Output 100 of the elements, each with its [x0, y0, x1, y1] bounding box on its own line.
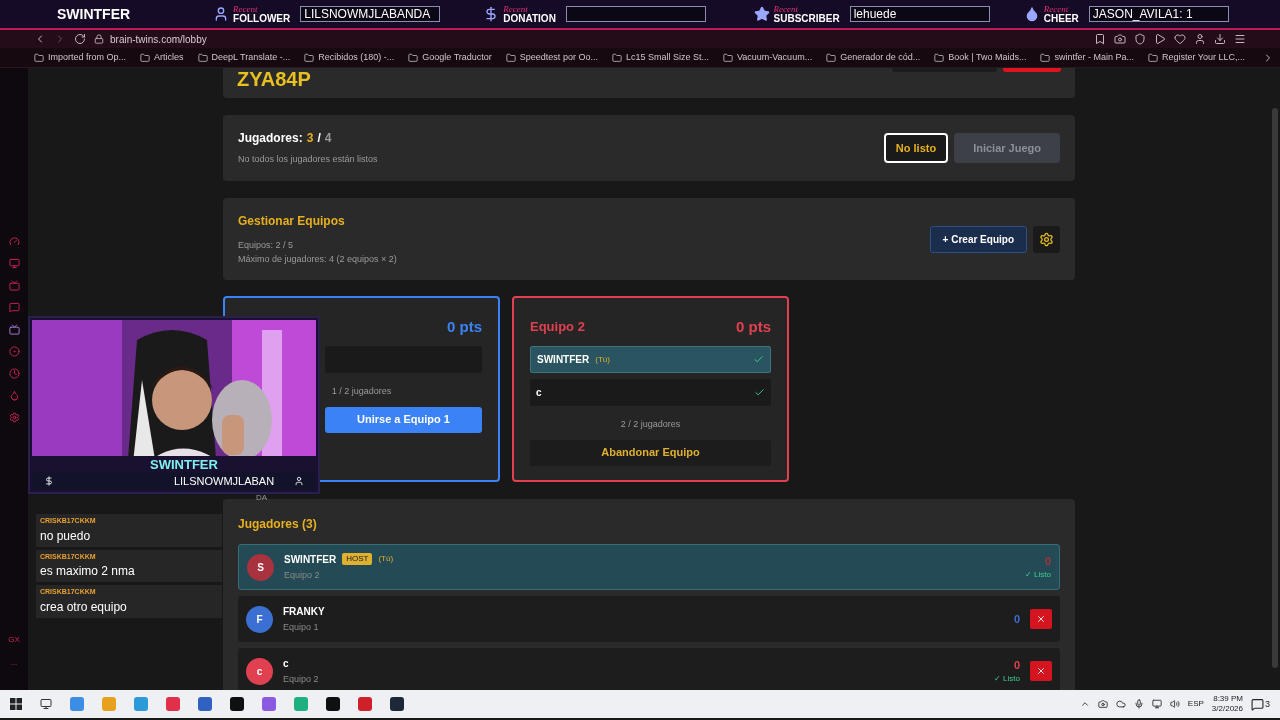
player-avatar: F: [246, 605, 273, 633]
player-score: 0: [1013, 611, 1020, 627]
players-current: 3: [306, 130, 314, 148]
kick-button[interactable]: [1030, 661, 1052, 681]
cloud-icon[interactable]: [1115, 699, 1126, 709]
alert-value: lehuede: [853, 6, 897, 23]
player-name: SWINTFER: [284, 552, 337, 567]
room-code: ZYA84P: [237, 68, 311, 90]
bookmark-icon[interactable]: [1094, 33, 1106, 45]
bookmark-item[interactable]: Register Your LLC,...: [1147, 50, 1245, 65]
menu-icon[interactable]: [1234, 33, 1246, 45]
alert-tag: Recent: [233, 4, 291, 14]
team-manager-title: Gestionar Equipos: [238, 213, 346, 230]
time-label[interactable]: 8:39 PM: [1213, 694, 1243, 704]
task-view-icon[interactable]: [40, 698, 52, 710]
chat-text: es maximo 2 nma: [40, 563, 136, 580]
players-max: 4: [324, 130, 332, 148]
app-icon[interactable]: [390, 697, 404, 711]
bookmark-item[interactable]: Speedtest por Oo...: [505, 50, 598, 65]
app-icon[interactable]: [198, 697, 212, 711]
ready-button[interactable]: No listo: [883, 133, 949, 163]
app-icon[interactable]: [358, 697, 372, 711]
settings-button[interactable]: [1033, 225, 1060, 253]
players-separator: /: [317, 130, 321, 148]
ready-label: ✓ Listo: [993, 673, 1020, 686]
ready-note: No todos los jugadores están listos: [238, 153, 378, 167]
kick-button[interactable]: [1030, 609, 1052, 629]
windows-logo-icon[interactable]: [10, 698, 22, 710]
join-team-button[interactable]: Unirse a Equipo 1: [325, 406, 482, 433]
folder-icon: [304, 52, 315, 63]
folder-icon: [611, 52, 622, 63]
folder-icon: [826, 52, 837, 63]
heart-icon[interactable]: [1174, 33, 1186, 45]
slot-name: SWINTFER: [537, 353, 590, 367]
player-icon[interactable]: [8, 346, 20, 357]
gauge-icon[interactable]: [8, 236, 20, 247]
close-icon: [1036, 666, 1046, 676]
message-icon[interactable]: [8, 302, 20, 313]
alert-tag: Recent: [773, 4, 840, 14]
close-icon: [1036, 614, 1046, 624]
folder-icon: [934, 52, 945, 63]
lock-icon: [94, 34, 104, 44]
download-icon[interactable]: [1214, 33, 1226, 45]
notifications-icon[interactable]: [1251, 697, 1264, 711]
play-icon[interactable]: [1154, 33, 1166, 45]
alert-tag: Recent: [503, 4, 556, 14]
alert-label: CHEER: [1043, 13, 1079, 24]
network-icon[interactable]: [1151, 699, 1162, 709]
players-list-title: Jugadores (3): [238, 517, 317, 531]
alert-tag: Recent: [1043, 4, 1079, 14]
leave-team-button[interactable]: Abandonar Equipo: [530, 439, 771, 466]
player-row[interactable]: c c Equipo 2 0 ✓ Listo: [238, 648, 1060, 690]
alert-value: LILSNOWMJLABANDA: [304, 6, 431, 23]
alert-value: JASON_AVILA1: 1: [1092, 6, 1193, 23]
tray-expand-icon[interactable]: [1079, 699, 1090, 709]
clock-icon[interactable]: [8, 368, 20, 379]
bookmark-item[interactable]: Book | Two Maids...: [934, 50, 1027, 65]
bookmark-item[interactable]: Articles: [140, 50, 184, 65]
more-label: ...: [10, 657, 18, 669]
shield-icon[interactable]: [1134, 33, 1146, 45]
bookmark-item[interactable]: Google Traductor: [408, 50, 492, 65]
bookmark-item[interactable]: Imported from Op...: [34, 50, 127, 65]
bookmark-item[interactable]: Lc15 Small Size St...: [611, 50, 709, 65]
bookmark-item[interactable]: DeepL Translate -...: [197, 50, 291, 65]
team-title: Equipo 2: [530, 318, 585, 337]
bookmark-item[interactable]: Vacuum-Vacuum...: [722, 50, 813, 65]
app-icon[interactable]: [326, 697, 340, 711]
player-team: Equipo 2: [283, 672, 319, 686]
language-indicator[interactable]: ESP: [1187, 698, 1204, 710]
scrollbar[interactable]: [1272, 108, 1278, 668]
max-players: Máximo de jugadores: 4 (2 equipos × 2): [238, 252, 397, 266]
profile-icon[interactable]: [1194, 33, 1206, 45]
date-label[interactable]: 3/2/2026: [1211, 704, 1243, 714]
host-badge: HOST: [342, 553, 373, 566]
camera-icon[interactable]: [1097, 699, 1108, 709]
app-icon[interactable]: [262, 697, 276, 711]
player-team: Equipo 2: [284, 568, 321, 582]
settings-icon[interactable]: [8, 412, 20, 423]
extension-icon[interactable]: [8, 390, 20, 401]
gear-icon: [1039, 231, 1054, 247]
channel-name: SWINTFER: [57, 4, 131, 24]
create-team-button[interactable]: + Crear Equipo: [929, 225, 1027, 253]
players-label: Jugadores:: [238, 130, 303, 148]
team-score: 0 pts: [447, 316, 482, 337]
player-score: 0: [1044, 553, 1051, 569]
team-score: 0 pts: [736, 316, 771, 337]
mic-icon[interactable]: [1133, 699, 1144, 709]
bookmark-item[interactable]: swintfer - Main Pa...: [1040, 50, 1134, 65]
bookmark-item[interactable]: Recibidos (180) -...: [304, 50, 395, 65]
snapshot-icon[interactable]: [1114, 33, 1126, 45]
volume-icon[interactable]: [1169, 699, 1180, 709]
tv-icon[interactable]: [8, 280, 20, 291]
reload-icon[interactable]: [74, 33, 86, 45]
bookmark-item[interactable]: Generador de cód...: [826, 50, 921, 65]
player-row[interactable]: F FRANKY Equipo 1 0: [238, 596, 1060, 642]
app-icon[interactable]: [230, 697, 244, 711]
alert-label: SUBSCRIBER: [773, 13, 840, 24]
tv-icon[interactable]: [8, 324, 20, 335]
monitor-icon[interactable]: [8, 258, 20, 269]
player-row[interactable]: S SWINTFER HOST (Tú) Equipo 2 0 ✓ Listo: [238, 544, 1060, 590]
